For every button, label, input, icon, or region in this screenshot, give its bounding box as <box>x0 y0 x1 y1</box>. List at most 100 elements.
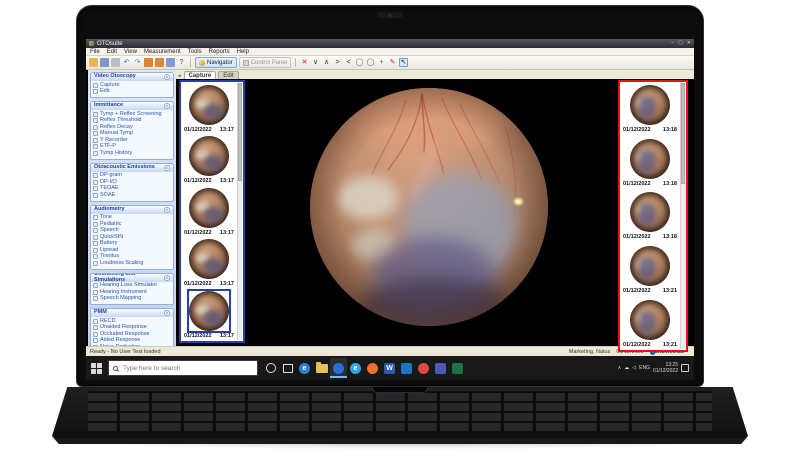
collapse-panel-icon[interactable]: ∧ <box>164 207 170 213</box>
thumbnail-time: 13:17 <box>220 178 234 185</box>
thumbnail[interactable]: 01/12/2022 13:17 <box>182 289 236 340</box>
thumbnail-time: 13:18 <box>663 127 677 134</box>
menu-item[interactable]: View <box>124 49 137 55</box>
pointer-icon[interactable]: ↖ <box>399 58 408 67</box>
thumbnail[interactable]: 01/12/2022 13:21 <box>621 244 679 295</box>
thumbnail[interactable]: 01/12/2022 13:18 <box>621 137 679 188</box>
control-panel-button[interactable]: Control Panel <box>239 57 291 68</box>
taskbar-search[interactable] <box>108 360 258 376</box>
test-type-icon <box>93 338 98 343</box>
speaker-icon[interactable]: ◁ <box>632 366 636 371</box>
search-input[interactable] <box>121 364 253 373</box>
teams-icon[interactable] <box>432 358 449 378</box>
tab[interactable]: Capture <box>184 71 217 79</box>
tray-clock[interactable]: 13:25 01/12/2022 <box>653 362 678 374</box>
tray-language[interactable]: ENG <box>639 366 650 371</box>
navigator-button[interactable]: Navigator <box>195 57 237 68</box>
outlook-icon[interactable] <box>398 358 415 378</box>
close-button[interactable]: ✕ <box>687 41 691 46</box>
thumbnail-date: 01/12/2022 <box>623 234 651 241</box>
minimize-button[interactable]: – <box>671 41 674 46</box>
otoscopy-thumbnail-image <box>189 136 229 176</box>
chevron-right-icon[interactable]: > <box>333 58 342 67</box>
undo-icon[interactable]: ↶ <box>122 58 131 67</box>
sidebar-item-edit[interactable]: Edit <box>93 89 171 96</box>
thumbnail[interactable]: 01/12/2022 13:18 <box>621 190 679 241</box>
internet-explorer-icon[interactable]: e <box>347 358 364 378</box>
edge-icon[interactable]: e <box>296 358 313 378</box>
sidebar-panel-header[interactable]: Audiometry ∧ <box>91 206 173 214</box>
firefox-icon[interactable] <box>364 358 381 378</box>
scrollbar-thumb[interactable] <box>238 83 242 181</box>
otosuite-icon[interactable] <box>330 358 347 378</box>
collapse-panel-icon[interactable]: ∧ <box>164 103 170 109</box>
scrollbar[interactable] <box>680 83 685 349</box>
cortana-icon[interactable] <box>262 358 279 378</box>
add-icon[interactable]: + <box>377 58 386 67</box>
chevron-left-icon[interactable]: < <box>344 58 353 67</box>
onedrive-icon[interactable]: ☁ <box>624 366 629 371</box>
pencil-icon[interactable]: ✎ <box>388 58 397 67</box>
collapse-panel-icon[interactable]: ∧ <box>164 74 170 80</box>
notification-center-icon[interactable] <box>681 364 689 372</box>
menu-item[interactable]: Help <box>237 49 249 55</box>
word-icon[interactable]: W <box>381 358 398 378</box>
circle-prev-icon[interactable]: ◯ <box>355 58 364 67</box>
menu-item[interactable]: Reports <box>209 49 230 55</box>
video-capture-icon[interactable] <box>144 58 153 67</box>
task-view-icon[interactable] <box>279 358 296 378</box>
redo-icon[interactable]: ↷ <box>133 58 142 67</box>
test-type-icon <box>93 296 98 301</box>
delete-icon[interactable]: ✕ <box>300 58 309 67</box>
menu-item[interactable]: Edit <box>107 49 117 55</box>
laptop-base <box>52 387 748 444</box>
sidebar-panel-header[interactable]: PMM ∧ <box>91 309 173 317</box>
scrollbar[interactable] <box>237 83 242 340</box>
otosuite-window: OTOsuite – ▢ ✕ FileEditViewMeasurementTo… <box>86 39 694 356</box>
save-icon[interactable] <box>100 58 109 67</box>
thumbnail[interactable]: 01/12/2022 13:21 <box>621 298 679 349</box>
print-icon[interactable] <box>111 58 120 67</box>
windows-taskbar: e e <box>86 356 694 380</box>
circle-next-icon[interactable]: ◯ <box>366 58 375 67</box>
start-button[interactable] <box>89 361 104 376</box>
sidebar-item-loudness-scaling[interactable]: Loudness Scaling <box>93 260 171 267</box>
user-name: Marketing, Natus <box>569 349 611 355</box>
thumbnail[interactable]: 01/12/2022 13:17 <box>182 134 236 185</box>
excel-icon[interactable] <box>449 358 466 378</box>
collapse-panel-icon[interactable]: ∧ <box>164 275 170 281</box>
sidebar-panel-header[interactable]: Otoacoustic Emissions ∧ <box>91 164 173 172</box>
sidebar-panel-header[interactable]: Video Otoscopy ∧ <box>91 73 173 81</box>
snapshot-icon[interactable] <box>155 58 164 67</box>
thumbnail[interactable]: 01/12/2022 13:17 <box>182 237 236 288</box>
transfer-icon[interactable] <box>166 58 175 67</box>
file-explorer-icon[interactable] <box>313 358 330 378</box>
sidebar-item-tymp-history[interactable]: Tymp History <box>93 150 171 157</box>
scrollbar-thumb[interactable] <box>681 83 685 184</box>
menu-item[interactable]: Tools <box>188 49 202 55</box>
sidebar-item-speech-mapping[interactable]: Speech Mapping <box>93 296 171 303</box>
test-type-icon <box>93 215 98 220</box>
collapse-panel-icon[interactable]: ∧ <box>164 165 170 171</box>
sidebar-panel-header[interactable]: Counseling and Simulations ∧ <box>91 274 173 282</box>
chrome-icon[interactable] <box>415 358 432 378</box>
help-icon[interactable]: ? <box>177 58 186 67</box>
chevron-down-icon[interactable]: ∨ <box>311 58 320 67</box>
collapse-panel-icon[interactable]: ∧ <box>164 310 170 316</box>
maximize-button[interactable]: ▢ <box>678 41 683 46</box>
thumbnail[interactable]: 01/12/2022 13:17 <box>182 83 236 134</box>
control-panel-icon <box>243 60 249 66</box>
sidebar-item-soae[interactable]: SOAE <box>93 192 171 199</box>
sidebar-panel: Counseling and Simulations ∧ Hearing Los… <box>90 273 174 306</box>
sidebar-panel-header[interactable]: Immittance ∧ <box>91 102 173 110</box>
chevron-up-icon[interactable]: ∧ <box>322 58 331 67</box>
test-type-icon <box>93 186 98 191</box>
thumbnail[interactable]: 01/12/2022 13:17 <box>182 186 236 237</box>
open-icon[interactable] <box>89 58 98 67</box>
thumbnail[interactable]: 01/12/2022 13:18 <box>621 83 679 134</box>
menu-item[interactable]: Measurement <box>144 49 181 55</box>
menu-item[interactable]: File <box>90 49 100 55</box>
tab[interactable]: Edit <box>218 71 238 79</box>
tray-chevron-up-icon[interactable]: ∧ <box>618 366 622 371</box>
laptop-front-edge <box>52 438 748 444</box>
